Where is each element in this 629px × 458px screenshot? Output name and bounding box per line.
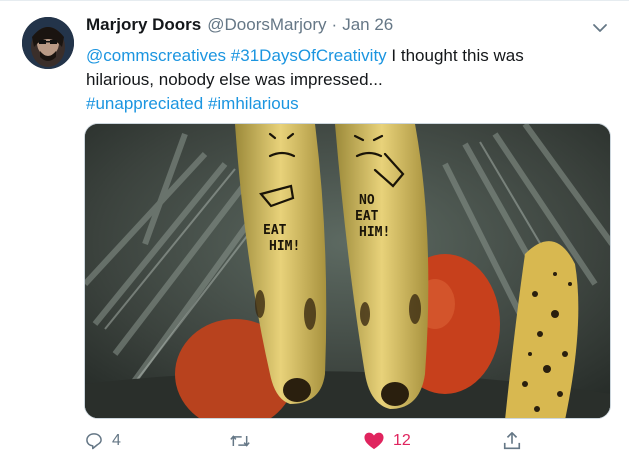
tweet-actions: 4 12 xyxy=(84,427,524,455)
like-button[interactable]: 12 xyxy=(363,427,411,455)
author-handle[interactable]: @DoorsMarjory xyxy=(207,15,326,35)
hashtag-link[interactable]: #imhilarious xyxy=(208,94,299,113)
banana-left-label-line2: HIM! xyxy=(269,239,300,254)
chevron-down-icon[interactable] xyxy=(589,19,611,37)
tweet-photo[interactable]: EAT HIM! NO EAT HIM! xyxy=(84,123,611,419)
hashtag-link[interactable]: #unappreciated xyxy=(86,94,203,113)
hashtag-link[interactable]: #31DaysOfCreativity xyxy=(231,46,387,65)
banana-left-label-line1: EAT xyxy=(263,223,287,238)
banana-right-label-line3: HIM! xyxy=(359,225,390,240)
tweet-date[interactable]: Jan 26 xyxy=(342,15,393,35)
retweet-button[interactable] xyxy=(229,427,259,455)
reply-count: 4 xyxy=(112,432,121,449)
tweet-header: Marjory Doors @DoorsMarjory · Jan 26 xyxy=(86,15,599,43)
tweet[interactable]: Marjory Doors @DoorsMarjory · Jan 26 @co… xyxy=(0,0,629,458)
share-icon xyxy=(502,430,522,452)
author-name[interactable]: Marjory Doors xyxy=(86,15,201,35)
banana-right-label-line2: EAT xyxy=(355,209,379,224)
banana-right-label-line1: NO xyxy=(359,193,375,208)
separator: · xyxy=(331,15,338,34)
avatar[interactable] xyxy=(22,17,74,69)
tweet-text: @commscreatives #31DaysOfCreativity I th… xyxy=(86,44,596,116)
reply-icon xyxy=(84,431,104,451)
mention-link[interactable]: @commscreatives xyxy=(86,46,226,65)
share-button[interactable] xyxy=(502,427,522,455)
like-count: 12 xyxy=(393,432,411,449)
heart-icon xyxy=(363,431,385,451)
reply-button[interactable]: 4 xyxy=(84,427,121,455)
retweet-icon xyxy=(229,431,251,451)
